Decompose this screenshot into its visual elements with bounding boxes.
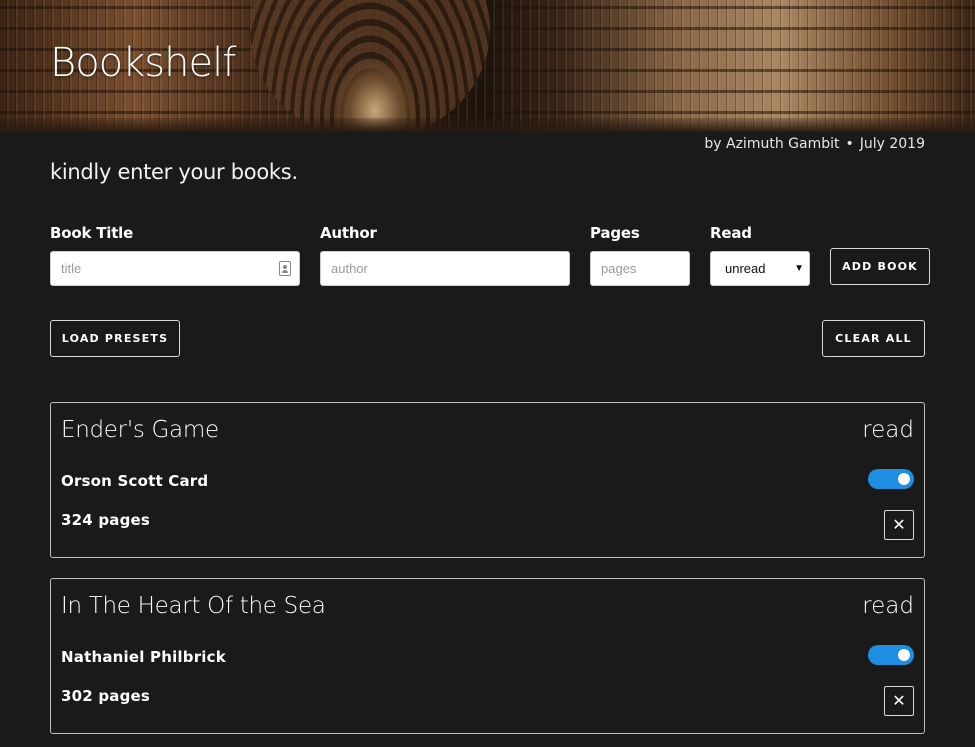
book-card: Ender's Game read Orson Scott Card 324 p… <box>50 402 925 558</box>
tagline: kindly enter your books. <box>50 160 298 184</box>
remove-book-button[interactable]: ✕ <box>884 510 914 540</box>
byline-date: July 2019 <box>859 136 925 152</box>
book-title: Ender's Game <box>61 417 219 443</box>
author-input[interactable] <box>320 251 570 286</box>
byline: by Azimuth Gambit • July 2019 <box>704 136 925 152</box>
contact-card-icon[interactable] <box>279 261 291 276</box>
page-title: Bookshelf <box>50 40 236 86</box>
pages-input[interactable] <box>590 251 690 286</box>
read-toggle[interactable] <box>868 645 914 665</box>
read-select[interactable]: unread ▼ <box>710 251 810 286</box>
book-author: Nathaniel Philbrick <box>61 648 226 666</box>
banner-floor <box>0 118 975 132</box>
title-input[interactable] <box>50 251 300 286</box>
add-book-button[interactable]: ADD BOOK <box>830 248 930 285</box>
book-status: read <box>862 593 914 619</box>
book-pages: 324 pages <box>61 511 151 529</box>
byline-separator: • <box>845 136 854 152</box>
author-label: Author <box>320 224 377 242</box>
toggle-knob <box>898 473 910 485</box>
remove-book-button[interactable]: ✕ <box>884 686 914 716</box>
close-icon: ✕ <box>892 691 906 710</box>
chevron-down-icon: ▼ <box>794 263 804 274</box>
read-select-value: unread <box>725 261 766 276</box>
header-banner: Bookshelf <box>0 0 975 132</box>
read-label: Read <box>710 224 752 242</box>
book-card: In The Heart Of the Sea read Nathaniel P… <box>50 578 925 734</box>
book-status: read <box>862 417 914 443</box>
close-icon: ✕ <box>892 515 906 534</box>
load-presets-button[interactable]: LOAD PRESETS <box>50 320 180 357</box>
title-label: Book Title <box>50 224 134 242</box>
book-title: In The Heart Of the Sea <box>61 593 326 619</box>
read-toggle[interactable] <box>868 469 914 489</box>
book-author: Orson Scott Card <box>61 472 209 490</box>
clear-all-button[interactable]: CLEAR ALL <box>822 320 925 357</box>
byline-author: by Azimuth Gambit <box>704 136 840 152</box>
book-pages: 302 pages <box>61 687 151 705</box>
toggle-knob <box>898 649 910 661</box>
pages-label: Pages <box>590 224 640 242</box>
